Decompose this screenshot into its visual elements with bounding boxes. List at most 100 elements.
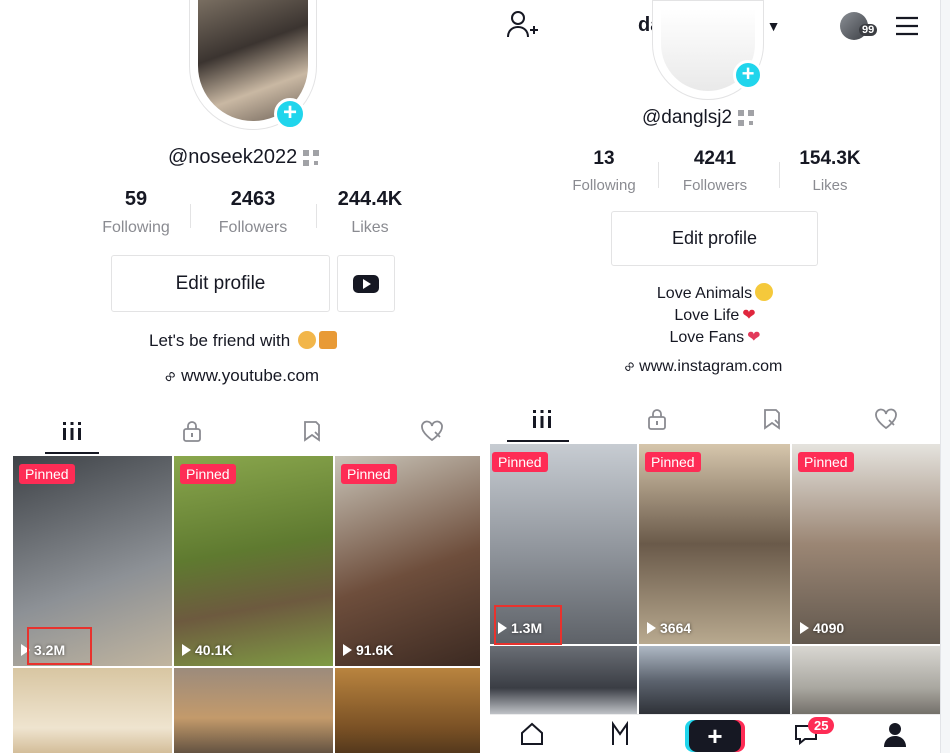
stat-following[interactable]: 13 Following: [564, 148, 644, 194]
menu-button[interactable]: [893, 14, 921, 38]
discover-icon: [612, 721, 628, 745]
play-icon: [800, 622, 809, 634]
tab-saved[interactable]: [280, 408, 344, 454]
bookmark-icon: [304, 421, 320, 442]
tab-videos[interactable]: [510, 396, 574, 442]
profile-bio-line: Love Animals: [640, 283, 790, 303]
video-tile[interactable]: [792, 646, 940, 716]
qr-code-icon[interactable]: [738, 109, 755, 126]
stat-followers-value: 4241: [693, 148, 737, 169]
bio-text: Love Animals: [656, 285, 753, 302]
play-icon: [182, 644, 191, 656]
lock-icon: [183, 421, 201, 442]
nav-profile[interactable]: [875, 719, 915, 749]
bottom-navigation: + 25: [490, 714, 940, 753]
profile-icon: [884, 723, 906, 747]
stat-following[interactable]: 59 Following: [96, 188, 176, 237]
stat-followers[interactable]: 2463 Followers: [203, 188, 303, 237]
stat-followers[interactable]: 4241 Followers: [665, 148, 765, 194]
add-friend-icon: [507, 11, 538, 38]
profile-username: @noseek2022: [168, 146, 320, 169]
stat-likes-value: 154.3K: [799, 148, 861, 169]
view-count-text: 4090: [813, 620, 845, 636]
pinned-badge: Pinned: [19, 464, 75, 484]
youtube-button[interactable]: [337, 255, 395, 312]
profile-bio-line: Love Fans ❤: [640, 327, 790, 347]
video-tile[interactable]: Pinned 40.1K: [174, 456, 333, 666]
tab-private[interactable]: [625, 396, 689, 442]
pinned-badge: Pinned: [341, 464, 397, 484]
username-text: @noseek2022: [168, 146, 298, 168]
video-tile[interactable]: Pinned 4090: [792, 444, 940, 644]
heart-icon: [421, 420, 443, 442]
view-count-text: 3664: [660, 620, 692, 636]
tab-private[interactable]: [160, 408, 224, 454]
pinned-badge: Pinned: [645, 452, 701, 472]
qr-code-icon[interactable]: [303, 149, 320, 166]
link-text: www.youtube.com: [181, 366, 320, 385]
video-tile[interactable]: [174, 668, 333, 753]
video-tile[interactable]: [490, 646, 637, 716]
video-tile[interactable]: [639, 646, 790, 716]
party-face-emoji-icon: [755, 283, 774, 301]
bio-text: Let's be friend with: [149, 331, 291, 350]
edit-profile-button[interactable]: Edit profile: [111, 255, 330, 312]
tab-saved[interactable]: [740, 396, 804, 442]
profile-link[interactable]: ∞ www.instagram.com: [620, 357, 783, 377]
play-icon: [647, 622, 656, 634]
stat-likes[interactable]: 154.3K Likes: [785, 148, 875, 194]
video-tile[interactable]: [335, 668, 480, 753]
create-button[interactable]: +: [689, 720, 741, 752]
stat-following-value: 59: [124, 188, 148, 210]
video-grid: Pinned 1.3M Pinned 3664 Pinned 4090: [490, 444, 940, 716]
stat-likes[interactable]: 244.4K Likes: [326, 188, 414, 237]
link-icon: ∞: [160, 366, 181, 387]
tab-liked[interactable]: [854, 396, 918, 442]
nav-discover[interactable]: [600, 719, 640, 749]
home-icon: [521, 722, 543, 745]
view-count: 40.1K: [182, 642, 232, 658]
play-icon: [343, 644, 352, 656]
video-tile[interactable]: [13, 668, 172, 753]
inbox-badge: 25: [808, 717, 835, 734]
profile-link[interactable]: ∞ www.youtube.com: [160, 366, 320, 387]
profile-tabs: [490, 396, 940, 442]
add-avatar-icon[interactable]: +: [733, 60, 763, 90]
view-count: 4090: [800, 620, 844, 636]
active-tab-indicator: [45, 452, 99, 454]
video-tile[interactable]: Pinned 91.6K: [335, 456, 480, 666]
profile-username: @danglsj2: [642, 107, 755, 129]
left-profile-screen: + @noseek2022 59 Following 2463 Follower…: [0, 0, 480, 753]
highlight-box: [494, 605, 562, 645]
stat-followers-value: 2463: [230, 188, 276, 210]
pinned-badge: Pinned: [180, 464, 236, 484]
youtube-icon: [353, 274, 379, 293]
heart-icon: [875, 408, 897, 430]
pinned-badge: Pinned: [798, 452, 854, 472]
dog-emoji-icon: [318, 331, 337, 349]
tab-videos[interactable]: [40, 408, 104, 454]
stat-likes-value: 244.4K: [337, 188, 403, 210]
link-icon: ∞: [619, 356, 640, 377]
video-grid: Pinned 3.2M Pinned 40.1K Pinned 91.6K: [13, 456, 480, 753]
red-heart-emoji-icon: ❤: [742, 307, 756, 324]
active-tab-indicator: [507, 440, 569, 442]
username-text: @danglsj2: [642, 107, 733, 128]
nav-home[interactable]: [512, 719, 552, 749]
video-tile[interactable]: Pinned 3664: [639, 444, 790, 644]
view-count-text: 91.6K: [356, 642, 394, 658]
stat-divider: [658, 162, 659, 188]
profile-bio: Let's be friend with: [149, 331, 337, 351]
dog-face-emoji-icon: [297, 331, 316, 349]
tab-liked[interactable]: [400, 408, 464, 454]
story-count: 99: [859, 24, 878, 36]
right-profile-screen: darling_dang▼ 99 + @danglsj2 13 Followin…: [490, 0, 940, 753]
link-text: www.instagram.com: [639, 358, 783, 375]
edit-profile-button[interactable]: Edit profile: [611, 211, 818, 266]
view-count-text: 40.1K: [195, 642, 233, 658]
bookmark-icon: [764, 409, 780, 430]
videos-grid-icon: [63, 422, 81, 440]
add-avatar-icon[interactable]: +: [274, 98, 306, 130]
profile-bio-line: Love Life ❤: [640, 305, 790, 325]
add-friend-button[interactable]: [506, 10, 538, 40]
